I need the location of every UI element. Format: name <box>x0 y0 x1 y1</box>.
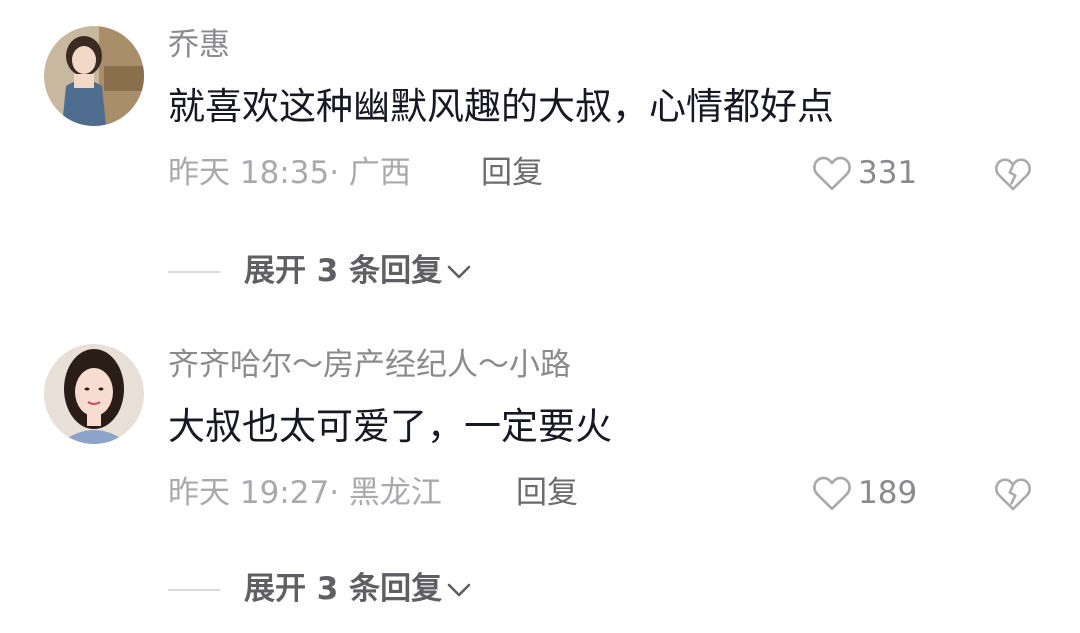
avatar[interactable] <box>44 344 144 444</box>
chevron-down-icon <box>447 265 471 278</box>
expand-replies-button[interactable]: 展开 3 条回复 <box>168 574 472 605</box>
comment-text: 就喜欢这种幽默风趣的大叔，心情都好点 <box>168 85 834 128</box>
comment-location: · 广西 <box>329 155 411 191</box>
expand-replies-label: 展开 3 条回复 <box>244 571 443 607</box>
chevron-down-icon <box>447 583 471 596</box>
comment-item: 齐齐哈尔～房产经纪人～小路 大叔也太可爱了，一定要火 昨天 19:27· 黑龙江… <box>0 316 1080 632</box>
avatar-photo <box>44 344 144 444</box>
username[interactable]: 齐齐哈尔～房产经纪人～小路 <box>168 350 571 381</box>
broken-heart-icon <box>995 158 1031 191</box>
reply-button[interactable]: 回复 <box>516 478 578 509</box>
avatar[interactable] <box>44 26 144 126</box>
reply-button[interactable]: 回复 <box>481 158 543 189</box>
comment-meta: 昨天 19:27· 黑龙江 <box>168 478 442 509</box>
like-button[interactable]: 189 <box>812 474 917 512</box>
comment-location: · 黑龙江 <box>329 475 442 511</box>
heart-outline-icon <box>813 156 851 191</box>
expand-replies-label: 展开 3 条回复 <box>244 253 443 289</box>
dislike-button[interactable] <box>994 156 1032 196</box>
like-count: 189 <box>858 474 918 511</box>
comment-time: 昨天 19:27 <box>168 475 330 511</box>
dislike-button[interactable] <box>994 476 1032 516</box>
comment-item: 乔惠 就喜欢这种幽默风趣的大叔，心情都好点 昨天 18:35· 广西 回复 33… <box>0 0 1080 316</box>
avatar-photo <box>44 26 144 126</box>
expand-replies-button[interactable]: 展开 3 条回复 <box>168 256 472 287</box>
heart-outline-icon <box>813 476 851 511</box>
like-button[interactable]: 331 <box>812 154 917 192</box>
comment-time: 昨天 18:35 <box>168 155 330 191</box>
broken-heart-icon <box>995 478 1031 511</box>
expand-divider <box>168 270 220 273</box>
username[interactable]: 乔惠 <box>168 30 230 61</box>
comment-text: 大叔也太可爱了，一定要火 <box>168 405 612 448</box>
like-count: 331 <box>858 154 918 191</box>
expand-divider <box>168 588 220 591</box>
comment-meta: 昨天 18:35· 广西 <box>168 158 411 189</box>
